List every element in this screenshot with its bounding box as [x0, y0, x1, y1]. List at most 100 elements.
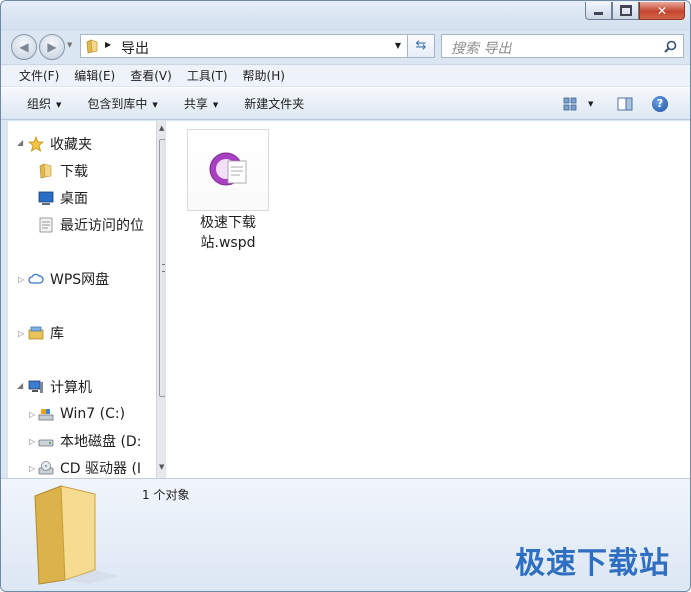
chevron-down-icon: ▼ — [588, 100, 594, 108]
expand-arrow-icon[interactable]: ◢ — [17, 138, 23, 147]
file-item-thumbnail[interactable] — [187, 129, 269, 211]
close-icon: ✕ — [656, 3, 668, 18]
nav-item-favorites[interactable]: 收藏夹 — [28, 133, 92, 155]
share-label: 共享 — [183, 97, 208, 111]
navigation-pane: ◢ 收藏夹 下载 桌面 最近访问的位 ▷ WPS网盘 ▷ 库 ◢ 计算机 ▷ W… — [8, 121, 165, 478]
library-icon — [28, 326, 44, 340]
caption-buttons: ✕ — [585, 2, 685, 20]
scroll-up-icon[interactable]: ▲ — [159, 124, 164, 132]
folder-large-icon — [34, 485, 119, 585]
back-arrow-icon: ◀ — [19, 40, 29, 54]
back-button[interactable]: ◀ — [11, 34, 37, 60]
address-bar[interactable]: ▶ 导出 ▼ — [80, 34, 408, 58]
file-name-line1: 极速下载 — [200, 215, 256, 231]
explorer-window: ✕ ◀ ▶ ▼ ▶ 导出 ▼ ⇆ 搜索 导出 文件(F) 编辑(E) 查看(V) — [0, 0, 691, 592]
new-folder-button[interactable]: 新建文件夹 — [244, 95, 304, 112]
menu-help[interactable]: 帮助(H) — [243, 67, 285, 84]
maximize-icon — [619, 5, 632, 16]
nav-item-downloads[interactable]: 下载 — [38, 160, 88, 182]
forward-arrow-icon: ▶ — [47, 40, 57, 54]
hard-drive-icon — [38, 439, 54, 447]
breadcrumb-current[interactable]: 导出 — [121, 38, 149, 58]
wspd-file-icon — [209, 152, 247, 186]
refresh-icon: ⇆ — [415, 38, 427, 53]
search-box[interactable]: 搜索 导出 — [441, 34, 684, 58]
chevron-down-icon: ▼ — [212, 100, 219, 109]
site-watermark: 极速下载站 — [515, 546, 670, 581]
search-icon[interactable] — [664, 40, 677, 53]
forward-button[interactable]: ▶ — [39, 34, 65, 60]
nav-item-desktop[interactable]: 桌面 — [38, 187, 88, 209]
system-drive-icon — [38, 409, 54, 421]
expand-arrow-icon[interactable]: ▷ — [18, 275, 24, 284]
folder-icon — [86, 39, 98, 54]
nav-item-recent-places[interactable]: 最近访问的位 — [38, 214, 144, 236]
refresh-button[interactable]: ⇆ — [408, 34, 435, 58]
include-label: 包含到库中 — [87, 97, 148, 111]
file-list: 极速下载 站.wspd — [166, 121, 690, 478]
cloud-icon — [28, 273, 44, 284]
share-button[interactable]: 共享 ▼ — [184, 95, 218, 112]
file-name[interactable]: 极速下载 站.wspd — [180, 213, 276, 253]
navigation-row: ◀ ▶ ▼ ▶ 导出 ▼ ⇆ 搜索 导出 — [1, 31, 690, 63]
minimize-button[interactable] — [585, 2, 612, 20]
navigation-scrollbar[interactable]: ▲ ▼ — [156, 121, 165, 478]
breadcrumb-separator-icon[interactable]: ▶ — [105, 40, 111, 49]
menu-view[interactable]: 查看(V) — [130, 67, 172, 84]
nav-item-cd-drive[interactable]: CD 驱动器 (I — [38, 457, 141, 478]
desktop-icon — [38, 191, 54, 205]
computer-icon — [28, 380, 43, 393]
file-name-line2: 站.wspd — [200, 235, 256, 251]
nav-item-computer[interactable]: 计算机 — [28, 376, 92, 398]
include-in-library-button[interactable]: 包含到库中 ▼ — [87, 95, 157, 112]
recent-places-icon — [39, 217, 53, 233]
nav-label-recent-places: 最近访问的位 — [60, 218, 144, 234]
chevron-down-icon: ▼ — [152, 100, 158, 109]
nav-label-desktop: 桌面 — [60, 191, 88, 207]
menu-edit[interactable]: 编辑(E) — [74, 67, 115, 84]
expand-arrow-icon[interactable]: ◢ — [17, 381, 23, 390]
expand-arrow-icon[interactable]: ▷ — [29, 464, 35, 473]
nav-label-wps-drive: WPS网盘 — [50, 272, 110, 288]
preview-pane-icon[interactable] — [617, 97, 633, 111]
nav-label-computer: 计算机 — [50, 380, 92, 396]
organize-label: 组织 — [27, 97, 52, 111]
folder-icon — [39, 163, 52, 179]
menu-bar: 文件(F) 编辑(E) 查看(V) 工具(T) 帮助(H) — [1, 64, 690, 86]
nav-item-wps-drive[interactable]: WPS网盘 — [28, 268, 109, 290]
nav-label-drive-c: Win7 (C:) — [60, 406, 126, 422]
expand-arrow-icon[interactable]: ▷ — [29, 410, 35, 419]
chevron-down-icon: ▼ — [56, 100, 62, 109]
change-view-button[interactable]: ▼ — [563, 97, 593, 111]
cd-drive-icon — [38, 461, 54, 475]
scroll-down-icon[interactable]: ▼ — [159, 463, 164, 471]
command-bar: 组织 ▼ 包含到库中 ▼ 共享 ▼ 新建文件夹 ▼ ? — [1, 87, 690, 120]
details-pane: 1 个对象 极速下载站 — [1, 478, 690, 591]
menu-file[interactable]: 文件(F) — [19, 67, 59, 84]
search-placeholder: 搜索 导出 — [451, 41, 512, 57]
view-grid-icon — [563, 97, 577, 111]
thumb-grip-icon — [162, 264, 165, 272]
organize-button[interactable]: 组织 ▼ — [27, 95, 61, 112]
nav-label-libraries: 库 — [50, 326, 64, 342]
nav-item-libraries[interactable]: 库 — [28, 322, 64, 344]
nav-label-favorites: 收藏夹 — [50, 137, 92, 153]
expand-arrow-icon[interactable]: ▷ — [18, 329, 24, 338]
nav-label-downloads: 下载 — [60, 164, 88, 180]
close-button[interactable]: ✕ — [639, 2, 685, 20]
star-icon — [28, 136, 44, 152]
nav-item-drive-c[interactable]: Win7 (C:) — [38, 403, 125, 425]
help-icon[interactable]: ? — [652, 96, 668, 112]
maximize-button[interactable] — [612, 2, 639, 20]
nav-label-drive-d: 本地磁盘 (D: — [60, 434, 142, 450]
nav-label-cd-drive: CD 驱动器 (I — [60, 461, 142, 477]
title-bar: ✕ — [1, 1, 690, 31]
scroll-thumb[interactable] — [159, 139, 165, 397]
menu-tools[interactable]: 工具(T) — [187, 67, 228, 84]
status-item-count: 1 个对象 — [142, 488, 190, 502]
minimize-icon — [594, 12, 603, 15]
expand-arrow-icon[interactable]: ▷ — [29, 437, 35, 446]
recent-pages-dropdown[interactable]: ▼ — [67, 41, 72, 49]
nav-item-drive-d[interactable]: 本地磁盘 (D: — [38, 430, 141, 452]
address-dropdown-icon[interactable]: ▼ — [395, 41, 401, 50]
